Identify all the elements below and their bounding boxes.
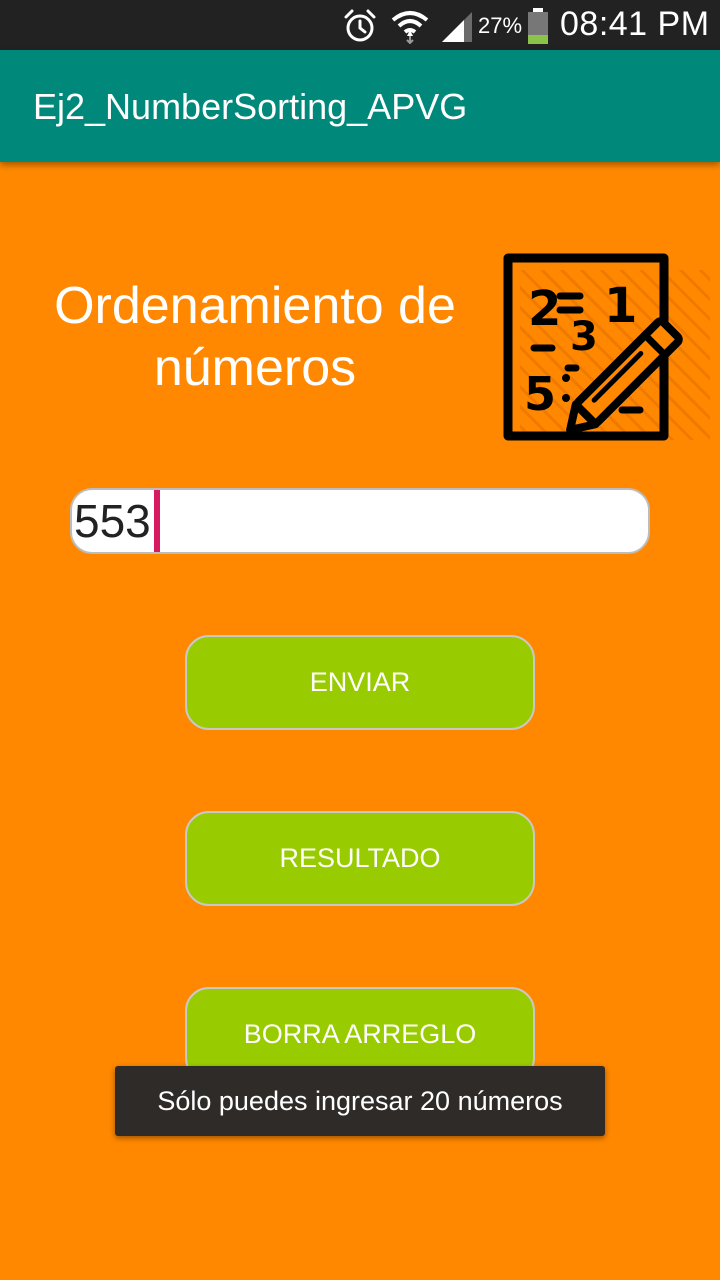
page-heading: Ordenamiento de números	[54, 277, 456, 398]
numbers-pencil-icon: 2 1 3 5	[500, 250, 715, 445]
send-button[interactable]: ENVIAR	[185, 635, 535, 730]
status-bar: 27% 08:41 PM	[0, 0, 720, 50]
toast-message: Sólo puedes ingresar 20 números	[115, 1066, 605, 1136]
battery-icon	[526, 7, 550, 50]
app-bar: Ej2_NumberSorting_APVG	[0, 50, 720, 162]
result-button[interactable]: RESULTADO	[185, 811, 535, 906]
text-cursor	[154, 490, 160, 552]
svg-text:2: 2	[528, 281, 561, 337]
app-title: Ej2_NumberSorting_APVG	[33, 86, 468, 127]
signal-icon	[440, 8, 474, 49]
number-input-container[interactable]	[70, 488, 650, 554]
wifi-icon	[390, 8, 430, 49]
alarm-icon	[342, 8, 378, 49]
svg-text:3: 3	[570, 314, 598, 360]
battery-percent: 27%	[478, 13, 523, 38]
svg-text:5: 5	[524, 367, 556, 421]
clock: 08:41 PM	[560, 5, 710, 43]
svg-text:1: 1	[604, 278, 637, 334]
